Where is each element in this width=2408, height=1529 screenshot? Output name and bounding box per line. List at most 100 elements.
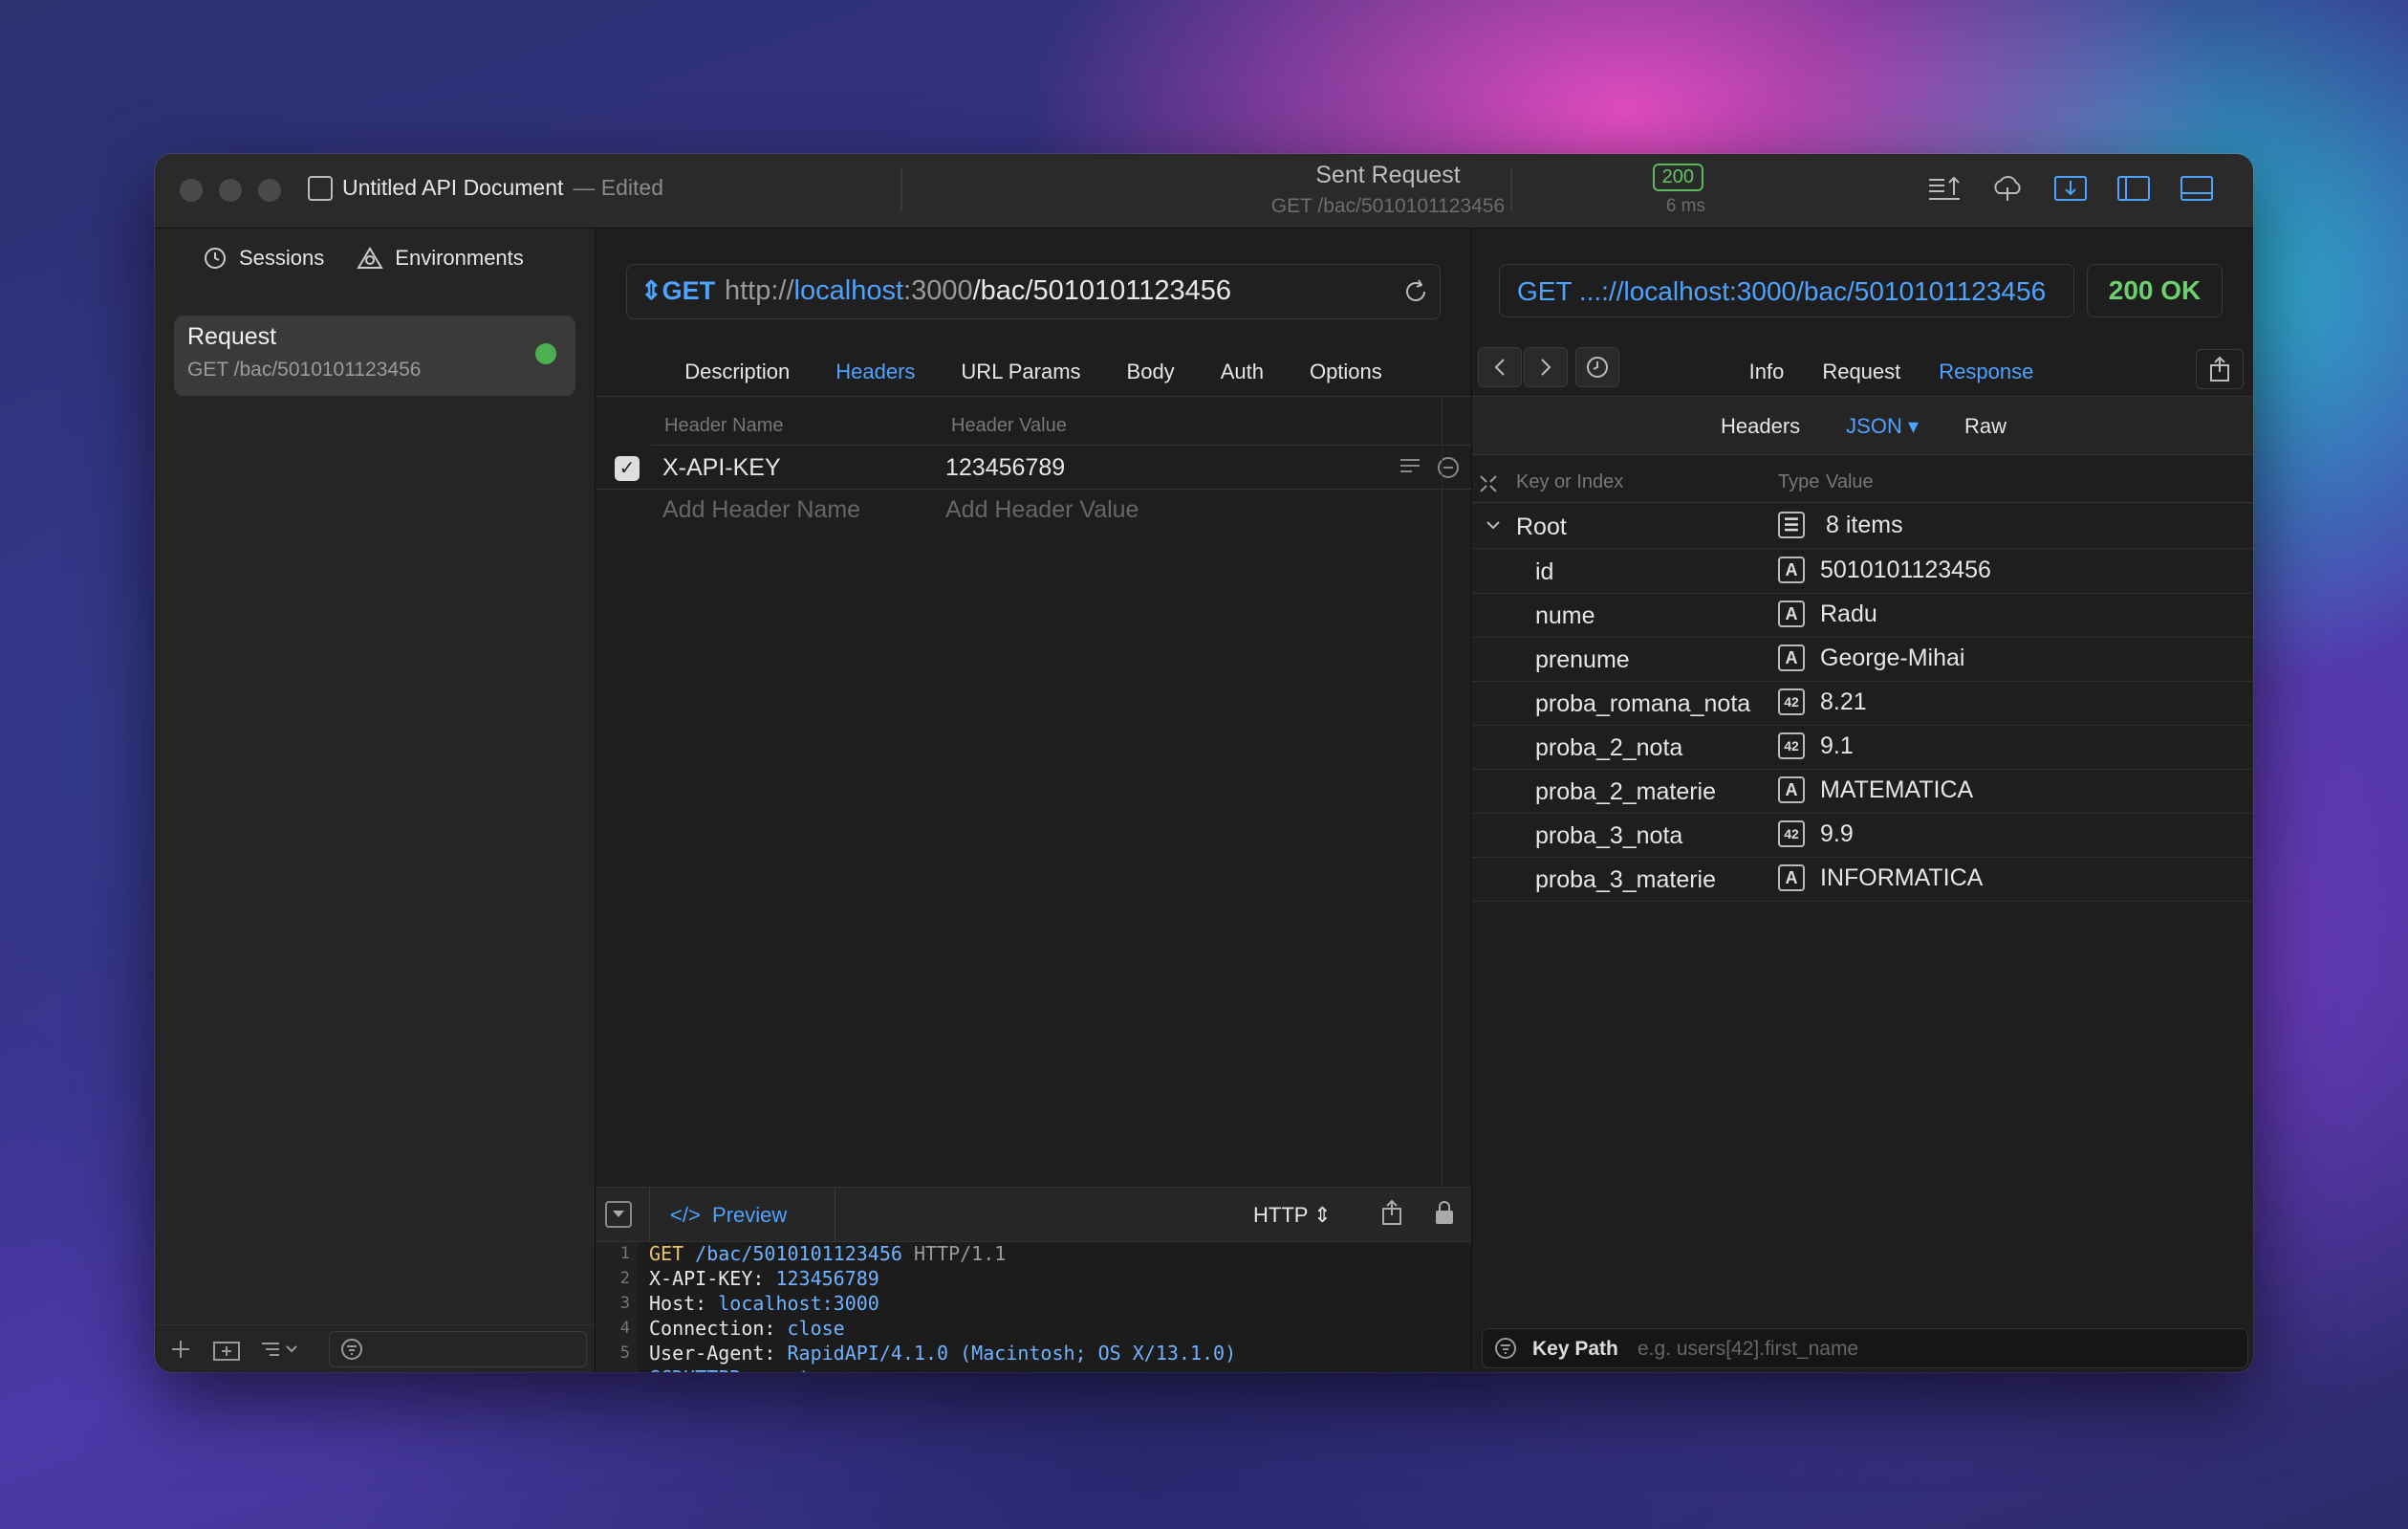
add-header-name-input[interactable]: Add Header Name bbox=[662, 496, 860, 524]
window-controls bbox=[180, 179, 281, 202]
response-tabs: Info Request Response bbox=[1472, 360, 2253, 384]
tab-environments[interactable]: Environments bbox=[357, 246, 524, 271]
refresh-icon[interactable] bbox=[1401, 277, 1430, 306]
import-icon[interactable] bbox=[1926, 171, 1963, 206]
response-format-bar: Headers JSON ▾ Raw bbox=[1472, 397, 2253, 455]
chevron-down-icon[interactable] bbox=[1484, 517, 1503, 535]
key-path-placeholder: e.g. users[42].first_name bbox=[1638, 1338, 1859, 1360]
bottom-panel-toggle-icon[interactable] bbox=[2179, 171, 2215, 206]
tree-value: MATEMATICA bbox=[1820, 776, 1974, 803]
tab-headers[interactable]: Headers bbox=[835, 360, 915, 384]
tree-key: proba_2_nota bbox=[1535, 734, 1683, 761]
string-type-icon: A bbox=[1778, 601, 1805, 627]
tab-description[interactable]: Description bbox=[684, 360, 790, 384]
tab-environments-label: Environments bbox=[395, 246, 524, 270]
request-list-item[interactable]: Request GET /bac/5010101123456 bbox=[174, 316, 575, 396]
remove-icon[interactable] bbox=[1437, 456, 1460, 479]
method-selector[interactable]: ⇕GET bbox=[640, 276, 715, 306]
sent-request-status: Sent Request GET /bac/5010101123456 200 … bbox=[1053, 162, 1723, 219]
tab-url-params[interactable]: URL Params bbox=[961, 360, 1080, 384]
key-column: Key or Index bbox=[1516, 471, 1624, 492]
url-field[interactable]: http://localhost:3000/bac/5010101123456 bbox=[725, 275, 1231, 307]
zoom-window-button[interactable] bbox=[258, 179, 281, 202]
export-icon[interactable] bbox=[2052, 171, 2089, 206]
number-type-icon: 42 bbox=[1778, 732, 1805, 759]
filter-icon bbox=[341, 1338, 362, 1360]
header-enabled-checkbox[interactable]: ✓ bbox=[615, 456, 640, 481]
sidebar-footer bbox=[155, 1324, 595, 1372]
filter-icon bbox=[1495, 1338, 1516, 1359]
url-port: :3000 bbox=[903, 275, 973, 306]
divider bbox=[1442, 397, 1443, 1200]
number-type-icon: 42 bbox=[1778, 820, 1805, 847]
tab-raw[interactable]: Raw bbox=[1964, 414, 2007, 439]
key-path-field[interactable]: Key Path e.g. users[42].first_name bbox=[1482, 1328, 2248, 1368]
tab-auth[interactable]: Auth bbox=[1221, 360, 1264, 384]
request-title: Request bbox=[187, 323, 277, 350]
list-icon: ☰ bbox=[1778, 512, 1805, 538]
tree-key: id bbox=[1535, 558, 1554, 585]
tree-row[interactable]: id A 5010101123456 bbox=[1472, 549, 2253, 594]
response-url[interactable]: GET ...://localhost:3000/bac/50101011234… bbox=[1499, 264, 2074, 317]
tab-body[interactable]: Body bbox=[1127, 360, 1175, 384]
tree-value: 8.21 bbox=[1820, 688, 1867, 715]
environments-icon bbox=[357, 247, 384, 269]
tree-row[interactable]: proba_3_materie A INFORMATICA bbox=[1472, 857, 2253, 902]
tree-key: proba_3_nota bbox=[1535, 822, 1683, 849]
title-separator bbox=[1510, 169, 1512, 211]
format-select[interactable]: HTTP ⇕ bbox=[1253, 1203, 1332, 1228]
url-scheme: http:// bbox=[725, 275, 794, 306]
tab-headers[interactable]: Headers bbox=[1721, 414, 1800, 439]
sent-title: Sent Request bbox=[1315, 162, 1461, 188]
response-panel: GET ...://localhost:3000/bac/50101011234… bbox=[1472, 229, 2253, 1372]
share-response-button[interactable] bbox=[2196, 349, 2244, 389]
share-icon[interactable] bbox=[1379, 1199, 1404, 1226]
lines-icon[interactable] bbox=[1399, 456, 1421, 477]
chevron-down-icon bbox=[613, 1211, 624, 1217]
sidebar-filter-field[interactable] bbox=[329, 1330, 587, 1367]
tree-value: George-Mihai bbox=[1820, 644, 1965, 671]
tab-request[interactable]: Request bbox=[1822, 360, 1900, 384]
tree-row[interactable]: proba_romana_nota 42 8.21 bbox=[1472, 681, 2253, 726]
header-name-column: Header Name bbox=[664, 415, 784, 436]
header-value-field[interactable]: 123456789 bbox=[945, 454, 1065, 482]
tree-root-row[interactable]: Root ☰ 8 items bbox=[1472, 504, 2253, 549]
tab-response[interactable]: Response bbox=[1939, 360, 2033, 384]
tree-row[interactable]: proba_3_nota 42 9.9 bbox=[1472, 813, 2253, 858]
tree-key: proba_3_materie bbox=[1535, 866, 1717, 893]
tree-key: nume bbox=[1535, 602, 1595, 629]
url-bar[interactable]: ⇕GET http://localhost:3000/bac/501010112… bbox=[626, 264, 1441, 319]
document-title[interactable]: Untitled API Document bbox=[342, 175, 563, 201]
tab-options[interactable]: Options bbox=[1310, 360, 1382, 384]
plus-icon[interactable] bbox=[168, 1337, 193, 1362]
tree-value: 9.1 bbox=[1820, 732, 1854, 759]
divider bbox=[649, 1188, 650, 1241]
tree-row[interactable]: proba_2_nota 42 9.1 bbox=[1472, 725, 2253, 770]
root-summary: 8 items bbox=[1826, 512, 1903, 538]
collapse-all-icon[interactable] bbox=[1478, 473, 1499, 494]
cloud-sync-icon[interactable] bbox=[1989, 171, 2026, 206]
type-column: Type bbox=[1778, 471, 1820, 492]
left-panel-toggle-icon[interactable] bbox=[2115, 171, 2152, 206]
tab-info[interactable]: Info bbox=[1749, 360, 1785, 384]
close-window-button[interactable] bbox=[180, 179, 203, 202]
add-header-value-input[interactable]: Add Header Value bbox=[945, 496, 1139, 524]
tab-preview[interactable]: </> Preview bbox=[670, 1203, 787, 1228]
preview-bar: </> Preview HTTP ⇕ bbox=[596, 1187, 1471, 1242]
lock-icon[interactable] bbox=[1433, 1199, 1456, 1226]
sort-icon[interactable] bbox=[260, 1337, 302, 1362]
divider bbox=[1472, 502, 2253, 503]
tab-sessions[interactable]: Sessions bbox=[203, 246, 324, 271]
tree-row[interactable]: nume A Radu bbox=[1472, 593, 2253, 638]
new-group-icon[interactable] bbox=[212, 1337, 241, 1362]
tab-json[interactable]: JSON ▾ bbox=[1846, 414, 1919, 439]
toolbar-tools bbox=[1926, 171, 2215, 206]
header-name-field[interactable]: X-API-KEY bbox=[662, 454, 781, 482]
divider bbox=[651, 445, 1471, 446]
collapse-preview-button[interactable] bbox=[605, 1201, 632, 1228]
preview-label: Preview bbox=[712, 1203, 788, 1227]
tree-row[interactable]: prenume A George-Mihai bbox=[1472, 637, 2253, 682]
tree-row[interactable]: proba_2_materie A MATEMATICA bbox=[1472, 769, 2253, 814]
minimize-window-button[interactable] bbox=[219, 179, 242, 202]
tree-key: proba_romana_nota bbox=[1535, 690, 1751, 717]
